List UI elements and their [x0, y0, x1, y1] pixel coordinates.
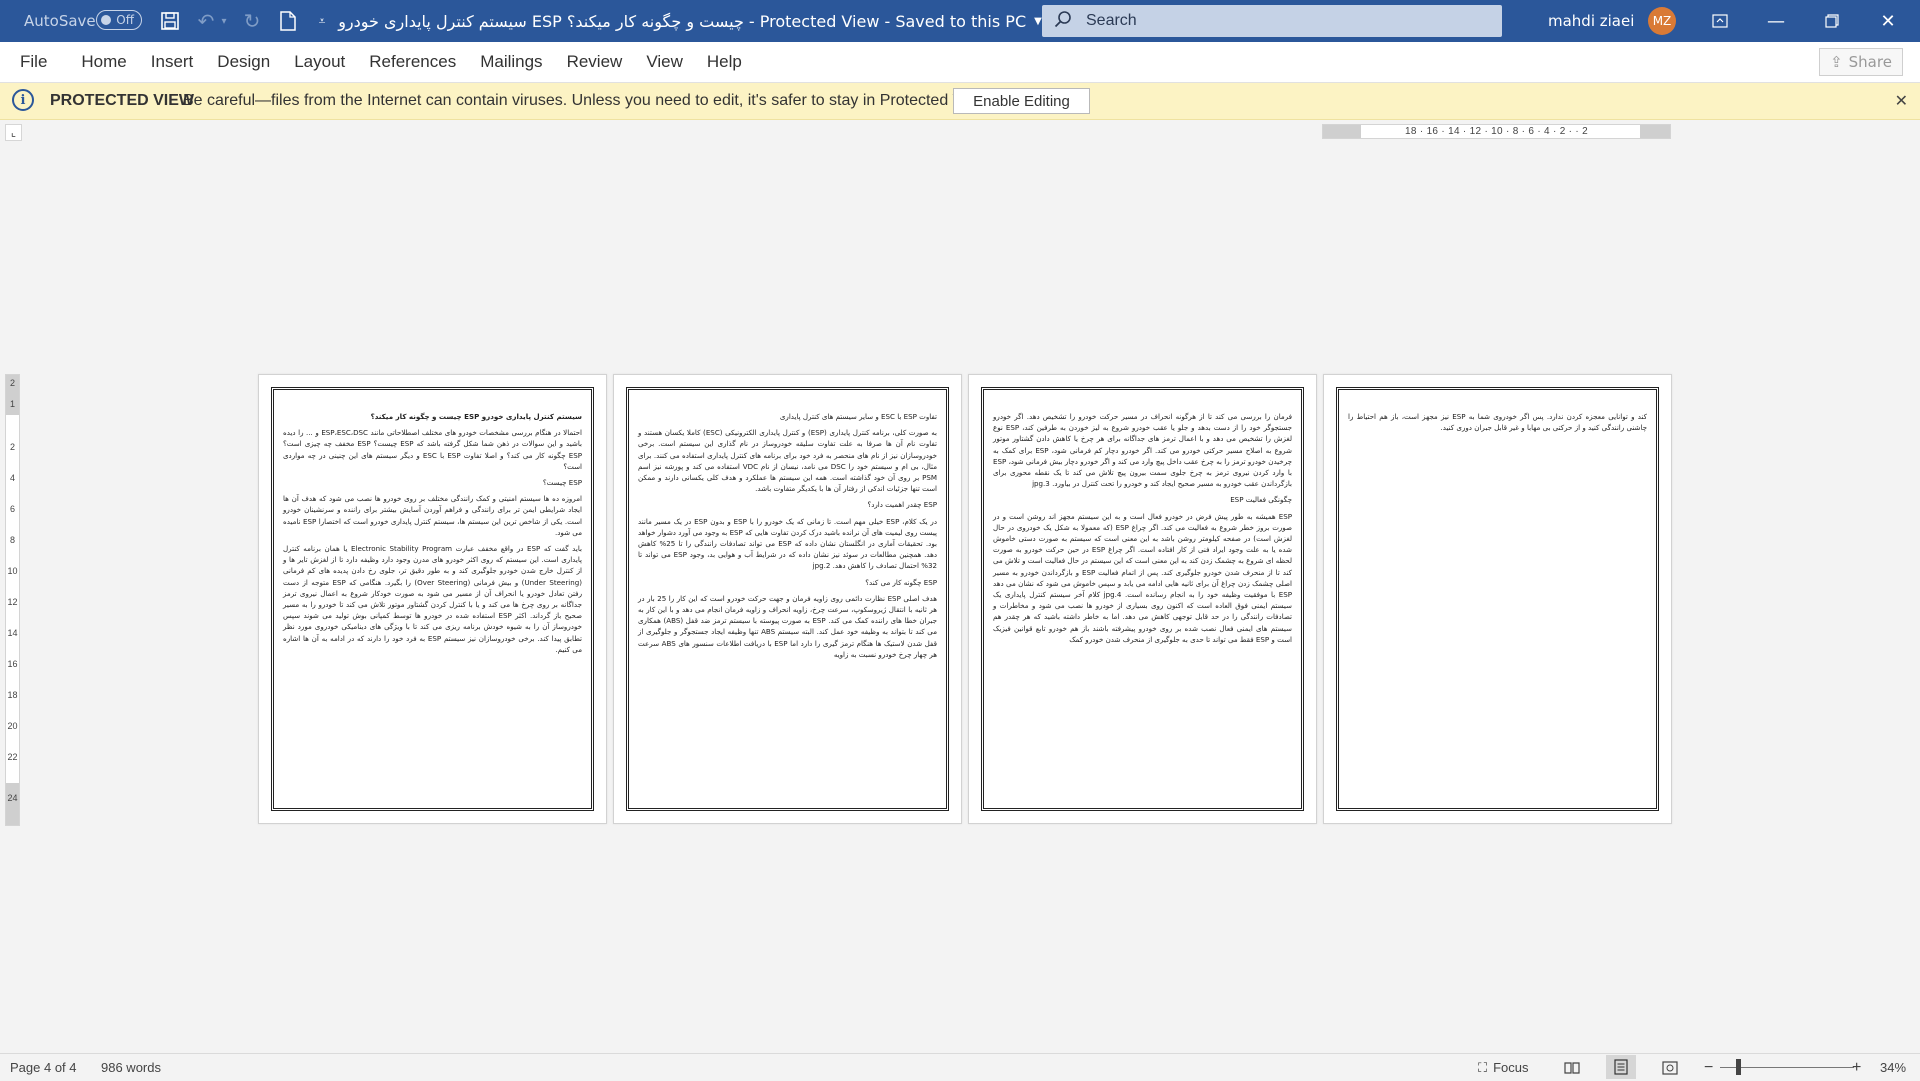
redo-icon[interactable]: ↻ — [236, 0, 268, 42]
close-icon[interactable]: ✕ — [1895, 83, 1908, 119]
tab-design[interactable]: Design — [205, 42, 282, 82]
paragraph-subheading: تفاوت ESP با ESC و سایر سیستم های کنترل … — [779, 412, 937, 421]
paragraph: به صورت کلی، برنامه کنترل پایداری (ESP) … — [638, 428, 937, 494]
horizontal-ruler[interactable]: 2 · · 2 · 4 · 6 · 8 · 10 · 12 · 14 · 16 … — [1322, 124, 1671, 139]
title-bar: AutoSave Off ↶ ▾ ↻ ⩡ سیستم کنترل پایداری… — [0, 0, 1920, 42]
close-icon[interactable]: ✕ — [1860, 0, 1916, 42]
tab-layout[interactable]: Layout — [282, 42, 357, 82]
document-page-1[interactable]: سیستم کنترل پایداری خودرو ESP چیست و چگو… — [258, 374, 607, 824]
tab-view[interactable]: View — [634, 42, 695, 82]
tab-home[interactable]: Home — [59, 42, 138, 82]
ruler-tick-label: 8 — [9, 535, 15, 545]
ruler-tick-label: 20 — [7, 721, 18, 731]
paragraph-heading: سیستم کنترل پایداری خودرو ESP چیست و چگو… — [370, 412, 582, 421]
zoom-out-icon[interactable]: − — [1704, 1054, 1713, 1081]
title-dropdown-icon[interactable]: ▼ — [1034, 16, 1042, 27]
ruler-tick-label: 18 — [7, 690, 18, 700]
paragraph-subheading: ESP چگونه کار می کند؟ — [865, 577, 937, 587]
read-mode-icon[interactable] — [1557, 1054, 1587, 1081]
user-name[interactable]: mahdi ziaei — [1548, 0, 1634, 42]
zoom-slider-thumb[interactable] — [1736, 1059, 1742, 1075]
page-text: کند و توانایی معجزه کردن ندارد. پس اگر خ… — [1348, 411, 1647, 438]
ruler-tick-label: 2 — [9, 378, 15, 388]
ruler-tick-label: 10 — [7, 566, 18, 576]
ruler-tick-label: 6 — [9, 504, 15, 514]
avatar[interactable]: MZ — [1648, 7, 1676, 35]
ruler-tick-label: 22 — [7, 752, 18, 762]
focus-icon: ⛶ — [1478, 1059, 1488, 1075]
page-text: فرمان را بررسی می کند تا از هرگونه انحرا… — [993, 411, 1292, 650]
page-text: سیستم کنترل پایداری خودرو ESP چیست و چگو… — [283, 411, 582, 660]
document-page-3[interactable]: فرمان را بررسی می کند تا از هرگونه انحرا… — [968, 374, 1317, 824]
tab-mailings[interactable]: Mailings — [468, 42, 554, 82]
minimize-icon[interactable]: — — [1748, 0, 1804, 42]
restore-icon[interactable] — [1804, 0, 1860, 42]
paragraph-subheading: چگونگی فعالیت ESP — [1230, 495, 1292, 505]
vertical-ruler[interactable]: 2 1 2 4 6 8 10 12 14 16 18 20 22 24 — [5, 374, 20, 826]
tab-insert[interactable]: Insert — [139, 42, 206, 82]
focus-label: Focus — [1493, 1060, 1529, 1075]
ruler-tick-label: 1 — [9, 399, 15, 409]
document-title-text: سیستم کنترل پایداری خودرو ESP چیست و چگو… — [338, 11, 1027, 31]
info-icon: i — [12, 89, 34, 111]
autosave-toggle[interactable]: Off — [96, 10, 142, 30]
paragraph: احتمالا در هنگام بررسی مشخصات خودرو های … — [283, 428, 582, 471]
tab-help[interactable]: Help — [695, 42, 754, 82]
ruler-tick-label: 24 — [7, 793, 18, 803]
paragraph: امروزه ده ها سیستم امنیتی و کمک رانندگی … — [283, 494, 582, 537]
protected-view-bar: i PROTECTED VIEW Be careful—files from t… — [0, 83, 1920, 120]
paragraph-subheading: ESP چقدر اهمیت دارد؟ — [867, 500, 937, 510]
new-document-icon[interactable] — [272, 0, 304, 42]
undo-dropdown-icon[interactable]: ▾ — [216, 0, 232, 42]
paragraph: در یک کلام، ESP خیلی مهم است. تا زمانی ک… — [638, 516, 937, 571]
ruler-tick-label: 16 — [7, 659, 18, 669]
share-button[interactable]: ⇪ Share — [1819, 48, 1903, 76]
ruler-numbers: 2 · · 2 · 4 · 6 · 8 · 10 · 12 · 14 · 16 … — [1405, 126, 1588, 137]
focus-button[interactable]: ⛶ Focus — [1478, 1054, 1529, 1081]
word-count[interactable]: 986 words — [101, 1054, 161, 1081]
customize-toolbar-icon[interactable]: ⩡ — [306, 0, 338, 42]
document-title: سیستم کنترل پایداری خودرو ESP چیست و چگو… — [338, 0, 1042, 42]
ruler-tick-label: 12 — [7, 597, 18, 607]
paragraph: کند و توانایی معجزه کردن ندارد. پس اگر خ… — [1348, 412, 1647, 433]
page-text: تفاوت ESP با ESC و سایر سیستم های کنترل … — [638, 411, 937, 665]
paragraph: فرمان را بررسی می کند تا از هرگونه انحرا… — [993, 412, 1292, 489]
tab-references[interactable]: References — [357, 42, 468, 82]
zoom-level[interactable]: 34% — [1880, 1054, 1906, 1081]
document-page-4[interactable]: کند و توانایی معجزه کردن ندارد. پس اگر خ… — [1323, 374, 1672, 824]
tab-selector[interactable]: ⌞ — [5, 124, 22, 141]
tab-review[interactable]: Review — [555, 42, 635, 82]
autosave-label: AutoSave — [24, 12, 96, 30]
zoom-in-icon[interactable]: + — [1852, 1054, 1861, 1081]
search-icon — [1042, 10, 1084, 33]
paragraph: هدف اصلی ESP نظارت دائمی روی زاویه فرمان… — [638, 593, 938, 659]
ruler-tick-label: 14 — [7, 628, 18, 638]
enable-editing-button[interactable]: Enable Editing — [953, 88, 1090, 114]
ruler-tick-label: 4 — [9, 473, 15, 483]
paragraph: ESP همیشه به طور پیش فرض در خودرو فعال ا… — [993, 511, 1292, 644]
search-input[interactable] — [1084, 11, 1468, 31]
search-box[interactable] — [1042, 5, 1502, 37]
paragraph: باید گفت که ESP در واقع مخفف عبارت Elect… — [283, 544, 582, 654]
protected-view-message: Be careful—files from the Internet can c… — [183, 92, 991, 109]
tab-file[interactable]: File — [8, 42, 59, 82]
web-layout-icon[interactable] — [1655, 1054, 1685, 1081]
share-label: Share — [1848, 53, 1892, 71]
protected-view-title: PROTECTED VIEW — [50, 92, 195, 109]
print-layout-icon[interactable] — [1606, 1055, 1636, 1079]
page-border — [1336, 387, 1659, 811]
paragraph-subheading: ESP چیست؟ — [542, 478, 582, 488]
page-count[interactable]: Page 4 of 4 — [10, 1054, 77, 1081]
share-icon: ⇪ — [1830, 53, 1843, 71]
document-page-2[interactable]: تفاوت ESP با ESC و سایر سیستم های کنترل … — [613, 374, 962, 824]
ribbon-display-options-icon[interactable] — [1692, 0, 1748, 42]
ribbon-tab-bar: File Home Insert Design Layout Reference… — [0, 42, 1920, 83]
ruler-bottom-margin — [6, 783, 19, 825]
save-icon[interactable] — [154, 0, 186, 42]
status-bar: Page 4 of 4 986 words ⛶ Focus − + 34% — [0, 1053, 1920, 1081]
ruler-tick-label: 2 — [9, 442, 15, 452]
